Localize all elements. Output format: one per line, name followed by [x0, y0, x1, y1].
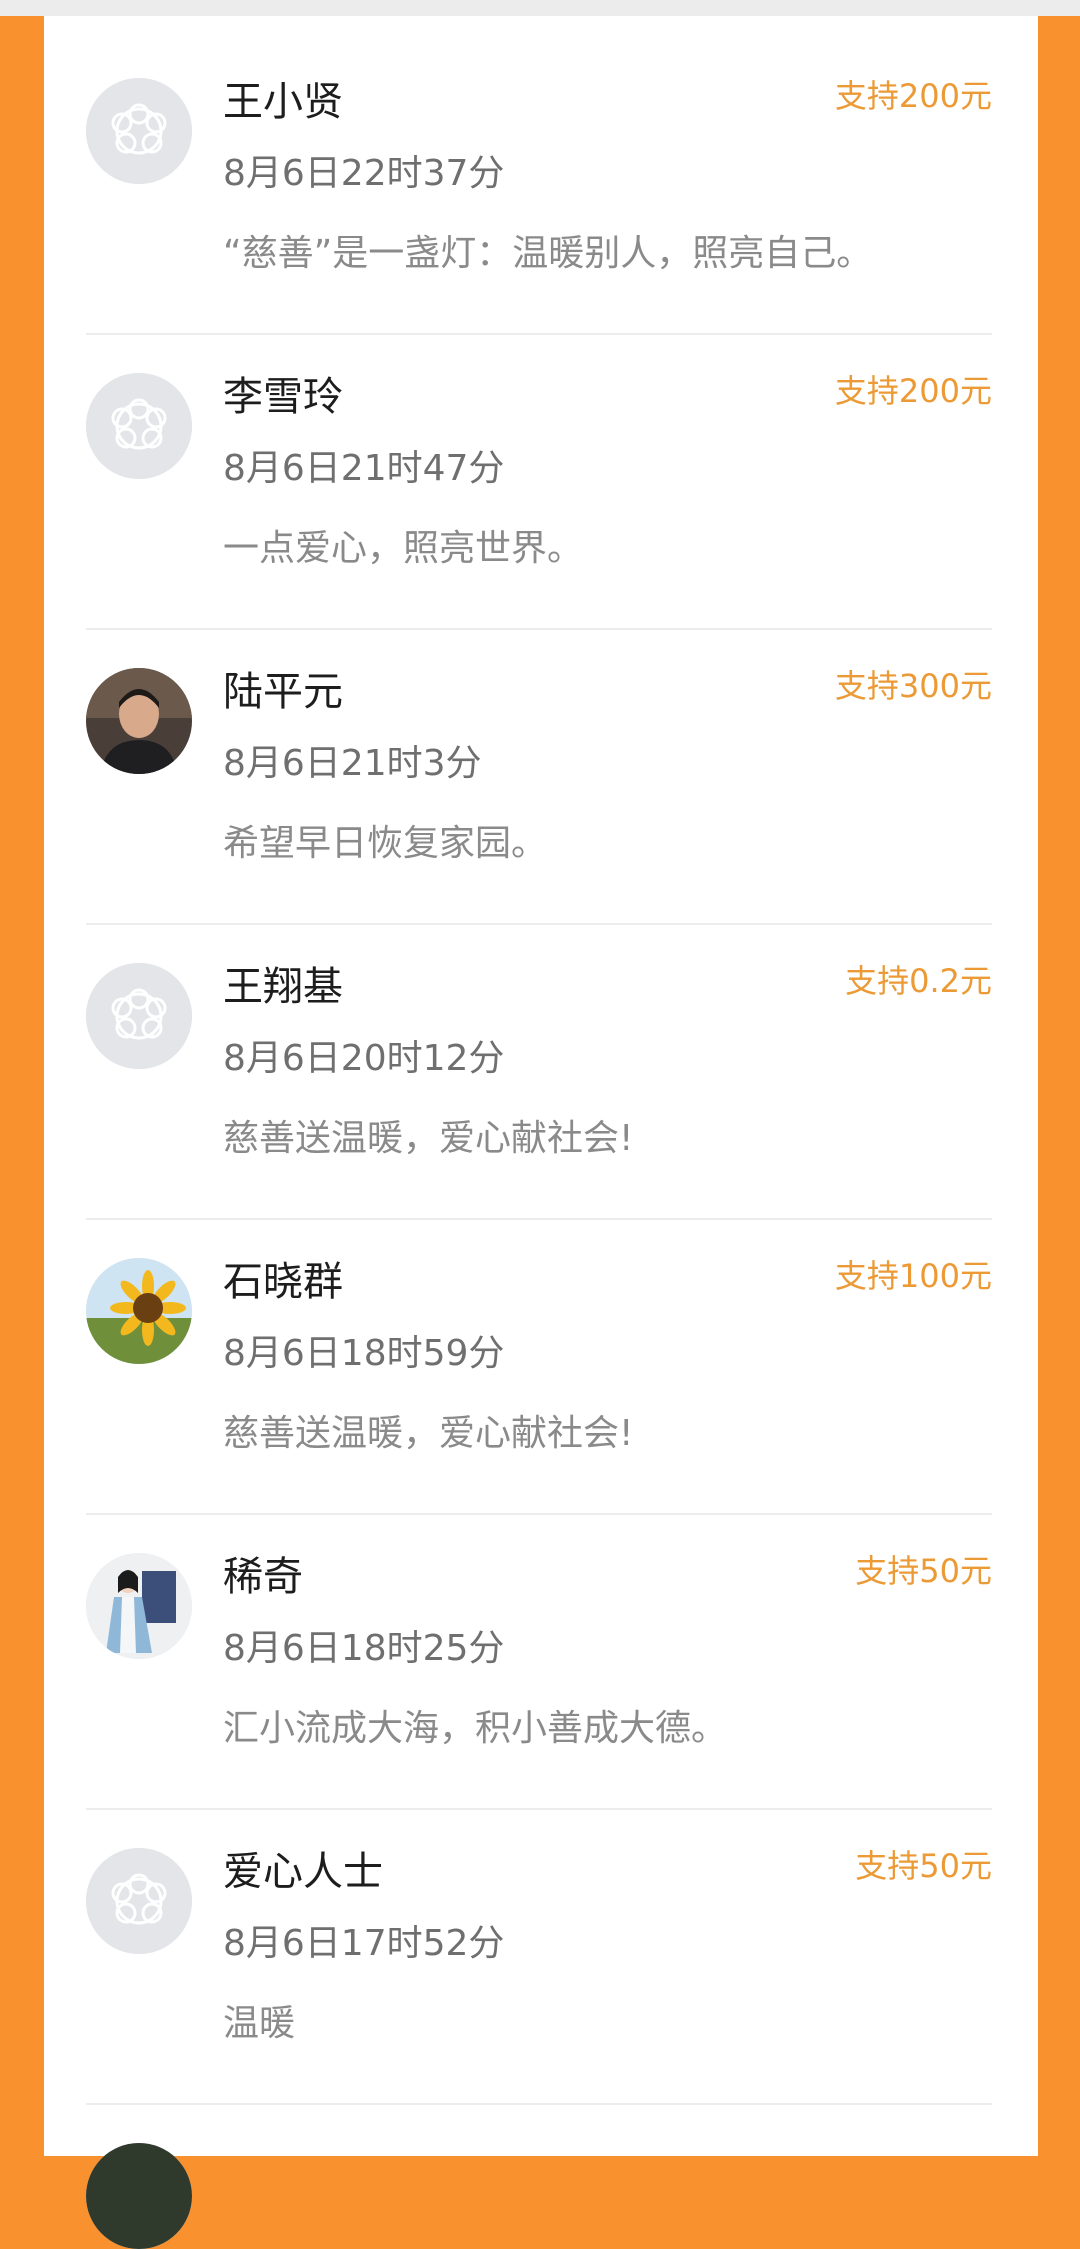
cropped-avatar-icon	[86, 2143, 192, 2249]
donation-message: 一点爱心，照亮世界。	[223, 528, 584, 569]
donor-name: 陆平元	[223, 669, 343, 715]
default-flower-avatar-icon	[86, 1848, 192, 1954]
donation-row[interactable]: 李雪玲 8月6日21时47分 一点爱心，照亮世界。 支持200元	[86, 335, 992, 630]
donation-time: 8月6日21时3分	[223, 743, 482, 784]
donor-name: 爱心人士	[223, 1849, 383, 1895]
donation-time: 8月6日21时47分	[223, 448, 505, 489]
donation-time: 8月6日22时37分	[223, 153, 505, 194]
default-flower-avatar-icon	[86, 963, 192, 1069]
donation-row[interactable]: 石晓群 8月6日18时59分 慈善送温暖，爱心献社会! 支持100元	[86, 1220, 992, 1515]
donation-time: 8月6日17时52分	[223, 1923, 505, 1964]
donation-message: 慈善送温暖，爱心献社会!	[223, 1413, 634, 1454]
donation-message: “慈善”是一盏灯：温暖别人，照亮自己。	[223, 233, 873, 274]
donation-amount: 支持100元	[834, 1257, 992, 1295]
donation-amount: 支持0.2元	[845, 962, 992, 1000]
donation-message: 慈善送温暖，爱心献社会!	[223, 1118, 634, 1159]
donation-time: 8月6日20时12分	[223, 1038, 505, 1079]
donation-amount: 支持50元	[855, 1552, 992, 1590]
donor-name: 王翔基	[223, 964, 343, 1010]
donation-amount: 支持300元	[834, 667, 992, 705]
donation-time: 8月6日18时25分	[223, 1628, 505, 1669]
donation-row-partial[interactable]	[86, 2105, 992, 2249]
illustrated-figure-avatar-icon	[86, 1553, 192, 1659]
donor-name: 石晓群	[223, 1259, 343, 1305]
donation-message: 汇小流成大海，积小善成大德。	[223, 1708, 728, 1749]
sunflower-avatar-icon	[86, 1258, 192, 1364]
donation-row[interactable]: 王小贤 8月6日22时37分 “慈善”是一盏灯：温暖别人，照亮自己。 支持200…	[86, 40, 992, 335]
person-photo-avatar-icon	[86, 668, 192, 774]
default-flower-avatar-icon	[86, 373, 192, 479]
default-flower-avatar-icon	[86, 78, 192, 184]
donation-time: 8月6日18时59分	[223, 1333, 505, 1374]
donation-amount: 支持50元	[855, 1847, 992, 1885]
donor-name: 王小贤	[223, 79, 343, 125]
donation-message: 温暖	[223, 2003, 296, 2044]
donor-name: 稀奇	[223, 1554, 303, 1600]
donation-row[interactable]: 陆平元 8月6日21时3分 希望早日恢复家园。 支持300元	[86, 630, 992, 925]
top-status-strip	[0, 0, 1080, 16]
donor-name: 李雪玲	[223, 374, 343, 420]
donation-row[interactable]: 爱心人士 8月6日17时52分 温暖 支持50元	[86, 1810, 992, 2105]
donation-row[interactable]: 王翔基 8月6日20时12分 慈善送温暖，爱心献社会! 支持0.2元	[86, 925, 992, 1220]
donation-amount: 支持200元	[834, 372, 992, 410]
donation-list-panel: 王小贤 8月6日22时37分 “慈善”是一盏灯：温暖别人，照亮自己。 支持200…	[44, 16, 1038, 2249]
donation-message: 希望早日恢复家园。	[223, 823, 548, 864]
donation-amount: 支持200元	[834, 77, 992, 115]
donation-row[interactable]: 稀奇 8月6日18时25分 汇小流成大海，积小善成大德。 支持50元	[86, 1515, 992, 1810]
